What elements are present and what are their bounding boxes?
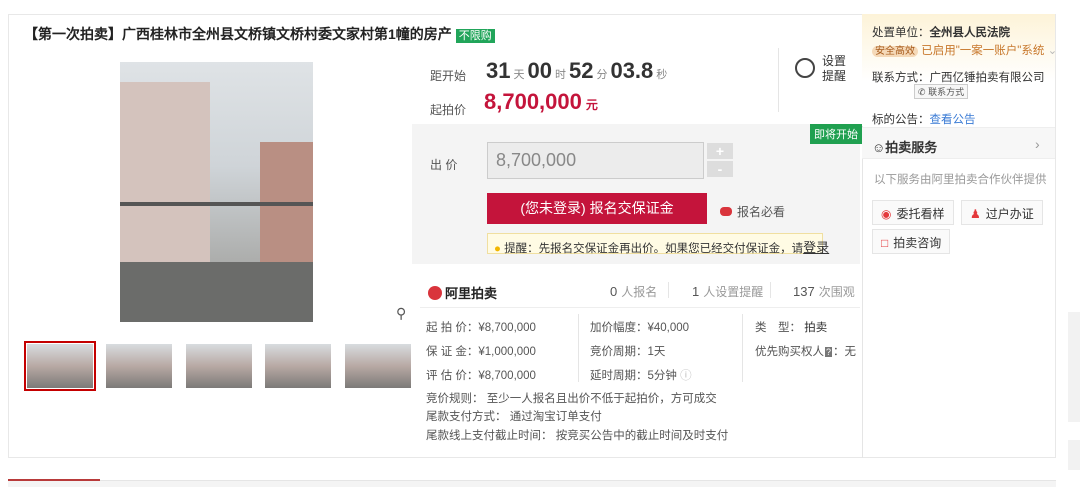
- contact-button[interactable]: ✆ 联系方式: [914, 84, 969, 99]
- info-increment: 加价幅度：¥40,000: [590, 322, 690, 334]
- bid-input[interactable]: 8,700,000: [487, 142, 704, 179]
- tab-active[interactable]: [8, 479, 100, 481]
- chat-icon: □: [881, 236, 889, 250]
- chevron-right-icon[interactable]: ›: [1035, 136, 1040, 152]
- thumbnail-4[interactable]: [265, 344, 331, 388]
- bid-label: 出 价: [430, 158, 458, 172]
- stat-views: 137 次围观: [793, 284, 855, 299]
- info-start-price: 起 拍 价：¥8,700,000: [426, 322, 536, 334]
- decrease-button[interactable]: -: [707, 161, 733, 177]
- bid-rule: 竞价规则： 至少一人报名且出价不低于起拍价，方可成交: [426, 393, 717, 405]
- login-tip: ● 提醒：先报名交保证金再出价。如果您已经交付保证金，请登录: [487, 233, 829, 255]
- chevron-down-icon: ⌄: [1047, 45, 1058, 57]
- phone-icon: ✆: [918, 87, 926, 97]
- thumbnail-3[interactable]: [186, 344, 252, 388]
- register-deposit-button[interactable]: (您未登录) 报名交保证金: [487, 193, 707, 224]
- info-cycle: 竞价周期：1天: [590, 346, 666, 358]
- safe-badge: 安全高效: [872, 46, 918, 57]
- status-badge: 即将开始: [810, 124, 862, 144]
- info-deposit: 保 证 金：¥1,000,000: [426, 346, 536, 358]
- side-toolbar[interactable]: [1068, 312, 1080, 422]
- set-reminder-button[interactable]: 设置提醒: [778, 48, 860, 112]
- must-read-link[interactable]: 报名必看: [720, 203, 785, 220]
- stat-registered: 0 人报名: [610, 284, 658, 299]
- view-notice-link[interactable]: 查看公告: [930, 114, 976, 126]
- service-consult[interactable]: □ 拍卖咨询: [872, 229, 951, 254]
- help-icon[interactable]: ⓘ: [680, 370, 692, 382]
- start-price: 8,700,000 元: [484, 89, 598, 114]
- start-price-label: 起拍价: [430, 103, 467, 117]
- ali-logo-icon: [428, 286, 442, 300]
- countdown-label: 距开始: [430, 69, 467, 83]
- contact: 联系方式：广西亿锤拍卖有限公司: [872, 72, 1045, 84]
- side-toolbar-bottom[interactable]: [1068, 440, 1080, 470]
- bulb-icon: ●: [494, 243, 501, 255]
- service-transfer[interactable]: ♟ 过户办证: [961, 200, 1043, 225]
- thumbnail-2[interactable]: [106, 344, 172, 388]
- service-title: ☺拍卖服务: [872, 140, 938, 155]
- thumbnail-1[interactable]: [24, 341, 96, 391]
- service-viewing[interactable]: ◉ 委托看样: [872, 200, 954, 225]
- info-appraisal: 评 估 价：¥8,700,000: [426, 370, 536, 382]
- countdown: 31 天 00 时 52 分 03.8 秒: [486, 58, 668, 83]
- page-title: 【第一次拍卖】广西桂林市全州县文桥镇文桥村委文家村第1幢的房产 不限购: [24, 24, 495, 44]
- clock-icon: [795, 58, 815, 78]
- person-icon: ♟: [970, 207, 981, 221]
- service-desc: 以下服务由阿里拍卖合作伙伴提供: [874, 174, 1047, 186]
- platform-logo: 阿里拍卖: [428, 283, 497, 302]
- login-link[interactable]: 登录: [803, 240, 829, 255]
- headset-icon: ☺: [872, 140, 886, 155]
- info-type: 类 型： 拍卖: [755, 322, 828, 334]
- location-icon: ◉: [881, 207, 892, 221]
- stat-reminders: 1 人设置提醒: [692, 284, 764, 299]
- thumbnail-5[interactable]: [345, 344, 411, 388]
- safe-account[interactable]: 安全高效 已启用"一案一账户"系统 ⌄: [872, 42, 1057, 58]
- info-delay: 延时周期：5分钟 ⓘ: [590, 370, 692, 382]
- payment-method: 尾款支付方式： 通过淘宝订单支付: [426, 411, 602, 423]
- info-icon[interactable]: ?: [825, 347, 833, 357]
- no-limit-badge: 不限购: [455, 29, 495, 43]
- notice: 标的公告：查看公告: [872, 114, 976, 126]
- main-photo[interactable]: [120, 62, 313, 322]
- coins-icon: [720, 207, 732, 216]
- magnify-icon[interactable]: ⚲: [396, 305, 406, 322]
- court: 处置单位：全州县人民法院: [872, 27, 1010, 39]
- increase-button[interactable]: +: [707, 143, 733, 159]
- payment-deadline: 尾款线上支付截止时间： 按竞买公告中的截止时间及时支付: [426, 430, 729, 442]
- detail-tabs[interactable]: [8, 480, 1056, 487]
- info-priority: 优先购买权人? ：无: [755, 346, 857, 358]
